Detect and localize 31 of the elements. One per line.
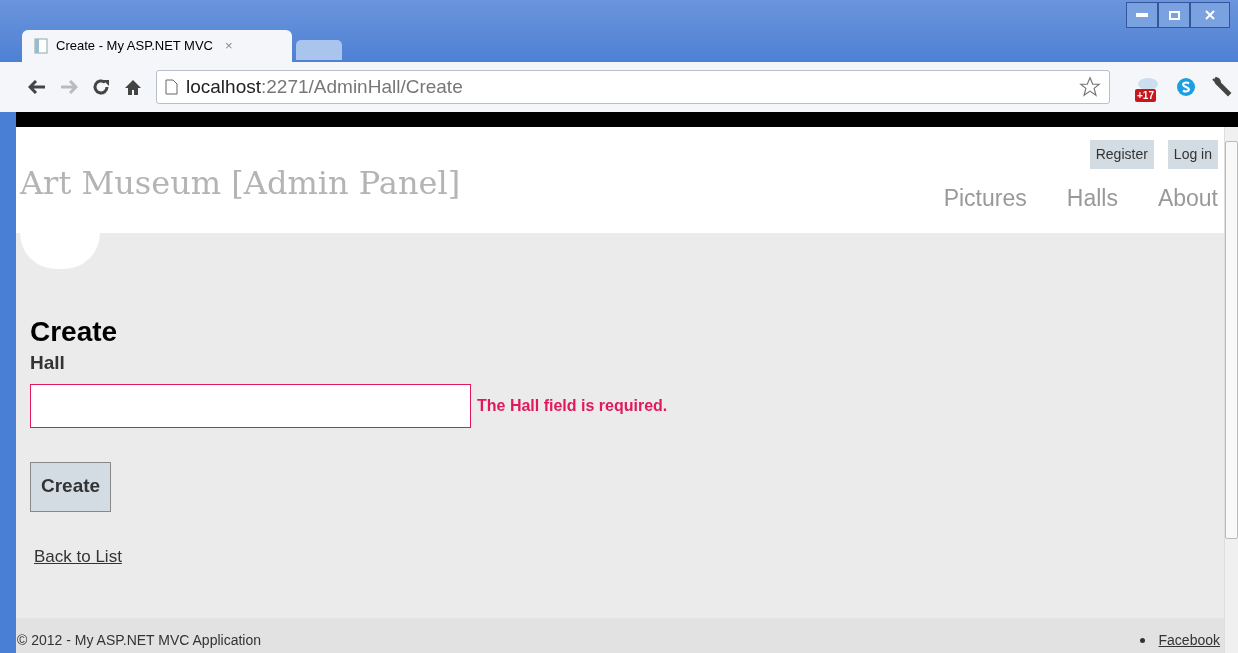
account-link[interactable]: Log in: [1167, 140, 1218, 169]
url-text: localhost:2271/AdminHall/Create: [186, 74, 464, 99]
maximize-button[interactable]: [1158, 2, 1190, 28]
page-heading: Create: [30, 315, 118, 349]
close-button[interactable]: [1190, 2, 1230, 28]
create-button[interactable]: Create: [30, 461, 112, 512]
footer-link[interactable]: Facebook: [1158, 630, 1220, 651]
copyright-text: © 2012 - My ASP.NET MVC Application: [17, 631, 262, 650]
extension-button[interactable]: +17: [1132, 72, 1162, 102]
minimize-button[interactable]: [1126, 2, 1158, 28]
bullet-icon: [1139, 638, 1145, 643]
reload-icon[interactable]: [92, 78, 110, 96]
browser-tab[interactable]: Create - My ASP.NET MVC ×: [22, 30, 292, 62]
wrench-icon[interactable]: [1210, 76, 1232, 98]
account-link[interactable]: Register: [1089, 140, 1154, 169]
tab-title: Create - My ASP.NET MVC: [56, 37, 213, 56]
validation-message: The Hall field is required.: [477, 395, 668, 416]
s-logo-icon[interactable]: [1176, 77, 1196, 97]
back-link[interactable]: Back to List: [34, 543, 122, 569]
count-badge: +17: [1135, 89, 1156, 102]
page-icon: [34, 38, 48, 54]
site-title: Art Museum [Admin Panel]: [20, 163, 461, 204]
home-icon[interactable]: [124, 78, 142, 96]
close-icon: [1205, 10, 1215, 20]
star-icon[interactable]: [1079, 76, 1101, 98]
page-icon: [165, 79, 178, 95]
back-icon[interactable]: [28, 80, 46, 94]
input-field[interactable]: [30, 383, 471, 428]
field-label: Hall: [30, 351, 65, 375]
scrollbar[interactable]: [1224, 127, 1238, 653]
address-bar[interactable]: localhost:2271/AdminHall/Create: [156, 70, 1110, 104]
